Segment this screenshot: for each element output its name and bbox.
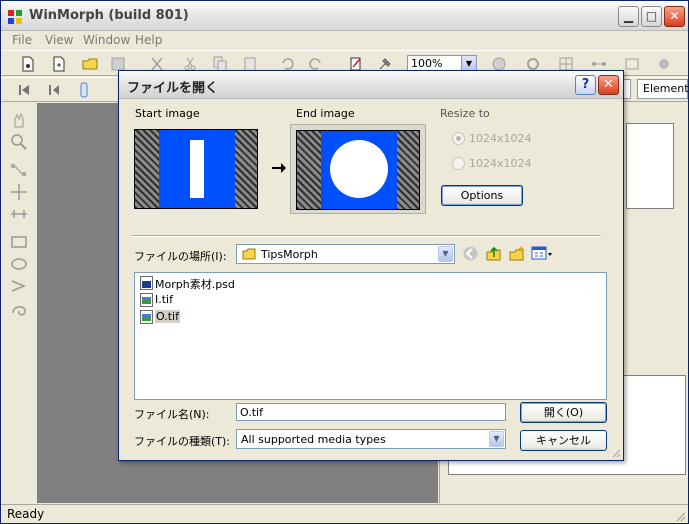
ellipse-icon[interactable] [9, 255, 29, 273]
tif-file-icon [140, 293, 153, 307]
filename-input[interactable]: O.tif [236, 403, 506, 421]
menu-help[interactable]: Help [135, 33, 162, 47]
end-image-label: End image [296, 107, 355, 120]
file-list[interactable]: Morph素材.psd I.tif O.tif [134, 272, 607, 400]
resize-radio-2[interactable] [452, 157, 465, 170]
open-folder-icon[interactable] [81, 55, 99, 73]
polyline-icon[interactable] [9, 277, 29, 295]
maximize-button[interactable]: □ [641, 6, 662, 27]
resize-radio-1[interactable] [452, 132, 465, 145]
open-file-dialog: ファイルを開く ? ✕ Start image End image Resize… [118, 70, 624, 461]
start-image-thumbnail [134, 129, 258, 209]
chevron-down-icon[interactable]: ▼ [489, 431, 504, 447]
rectangle-icon[interactable] [9, 233, 29, 251]
tool-palette [7, 107, 33, 317]
location-combo[interactable]: TipsMorph ▼ [236, 244, 455, 264]
move-icon[interactable] [9, 183, 29, 201]
dialog-resize-grip-icon[interactable] [611, 448, 621, 458]
filetype-value: All supported media types [241, 433, 386, 446]
location-value: TipsMorph [261, 248, 318, 261]
zoom-value: 100% [411, 57, 443, 70]
file-name: I.tif [155, 293, 173, 306]
settings-icon [659, 59, 669, 69]
resize-grip-icon[interactable] [674, 510, 686, 522]
new-document-icon[interactable] [50, 55, 68, 73]
window-title: WinMorph (build 801) [29, 8, 189, 23]
divider [131, 235, 601, 237]
back-icon[interactable] [462, 245, 479, 262]
menu-file[interactable]: File [12, 33, 32, 47]
status-text: Ready [7, 507, 45, 521]
tab-elements[interactable]: Elements [637, 79, 689, 99]
end-image-shape [330, 140, 388, 198]
curve-icon[interactable] [9, 299, 29, 317]
window-icon [625, 58, 639, 70]
file-name: O.tif [155, 310, 180, 323]
points-icon[interactable] [9, 161, 29, 179]
file-name: Morph素材.psd [155, 278, 235, 291]
start-image-label: Start image [135, 107, 200, 120]
psd-file-icon [140, 276, 153, 290]
dialog-close-button[interactable]: ✕ [598, 75, 619, 95]
filename-label: ファイル名(N): [134, 408, 210, 421]
prev-frame-icon[interactable] [45, 81, 63, 99]
help-button[interactable]: ? [575, 75, 596, 95]
tif-file-icon [140, 310, 153, 324]
cancel-button[interactable]: キャンセル [520, 430, 607, 451]
hand-icon[interactable] [9, 111, 29, 129]
chevron-down-icon[interactable]: ▼ [438, 246, 453, 262]
menu-view[interactable]: View [45, 33, 73, 47]
preview-box [626, 123, 674, 209]
new-file-icon[interactable] [19, 55, 37, 73]
first-frame-icon[interactable] [15, 81, 33, 99]
start-image-fill [159, 130, 235, 208]
close-button[interactable]: ✕ [664, 6, 685, 27]
dialog-title-bar[interactable]: ファイルを開く ? ✕ [119, 71, 623, 99]
status-bar: Ready [1, 504, 688, 524]
location-label: ファイルの場所(I): [134, 250, 227, 263]
app-icon [8, 10, 22, 24]
resize-icon[interactable] [9, 205, 29, 223]
magnifier-icon[interactable] [9, 133, 29, 151]
frame-slider-icon[interactable] [75, 81, 93, 99]
menu-window[interactable]: Window [83, 33, 130, 47]
view-menu-icon[interactable] [531, 245, 553, 262]
end-image-fill [321, 131, 397, 209]
minimize-button[interactable]: ▁ [618, 6, 639, 27]
menu-bar: File View Window Help [1, 31, 688, 49]
resize-label: Resize to [440, 107, 490, 120]
filetype-label: ファイルの種類(T): [134, 435, 231, 448]
dialog-title: ファイルを開く [127, 81, 219, 96]
arrow-right-icon [272, 163, 286, 173]
folder-icon [242, 248, 256, 260]
end-image-thumbnail [296, 130, 420, 210]
up-folder-icon[interactable] [485, 245, 502, 262]
new-folder-icon[interactable] [508, 245, 525, 262]
options-button[interactable]: Options [441, 185, 523, 206]
filetype-combo[interactable]: All supported media types ▼ [236, 429, 506, 449]
end-image-frame[interactable] [290, 124, 426, 214]
resize-option-1: 1024x1024 [469, 132, 532, 145]
resize-option-2: 1024x1024 [469, 157, 532, 170]
start-image-shape [190, 140, 204, 198]
open-button[interactable]: 開く(O) [520, 402, 607, 423]
title-bar[interactable]: WinMorph (build 801) ▁ □ ✕ [1, 1, 688, 31]
